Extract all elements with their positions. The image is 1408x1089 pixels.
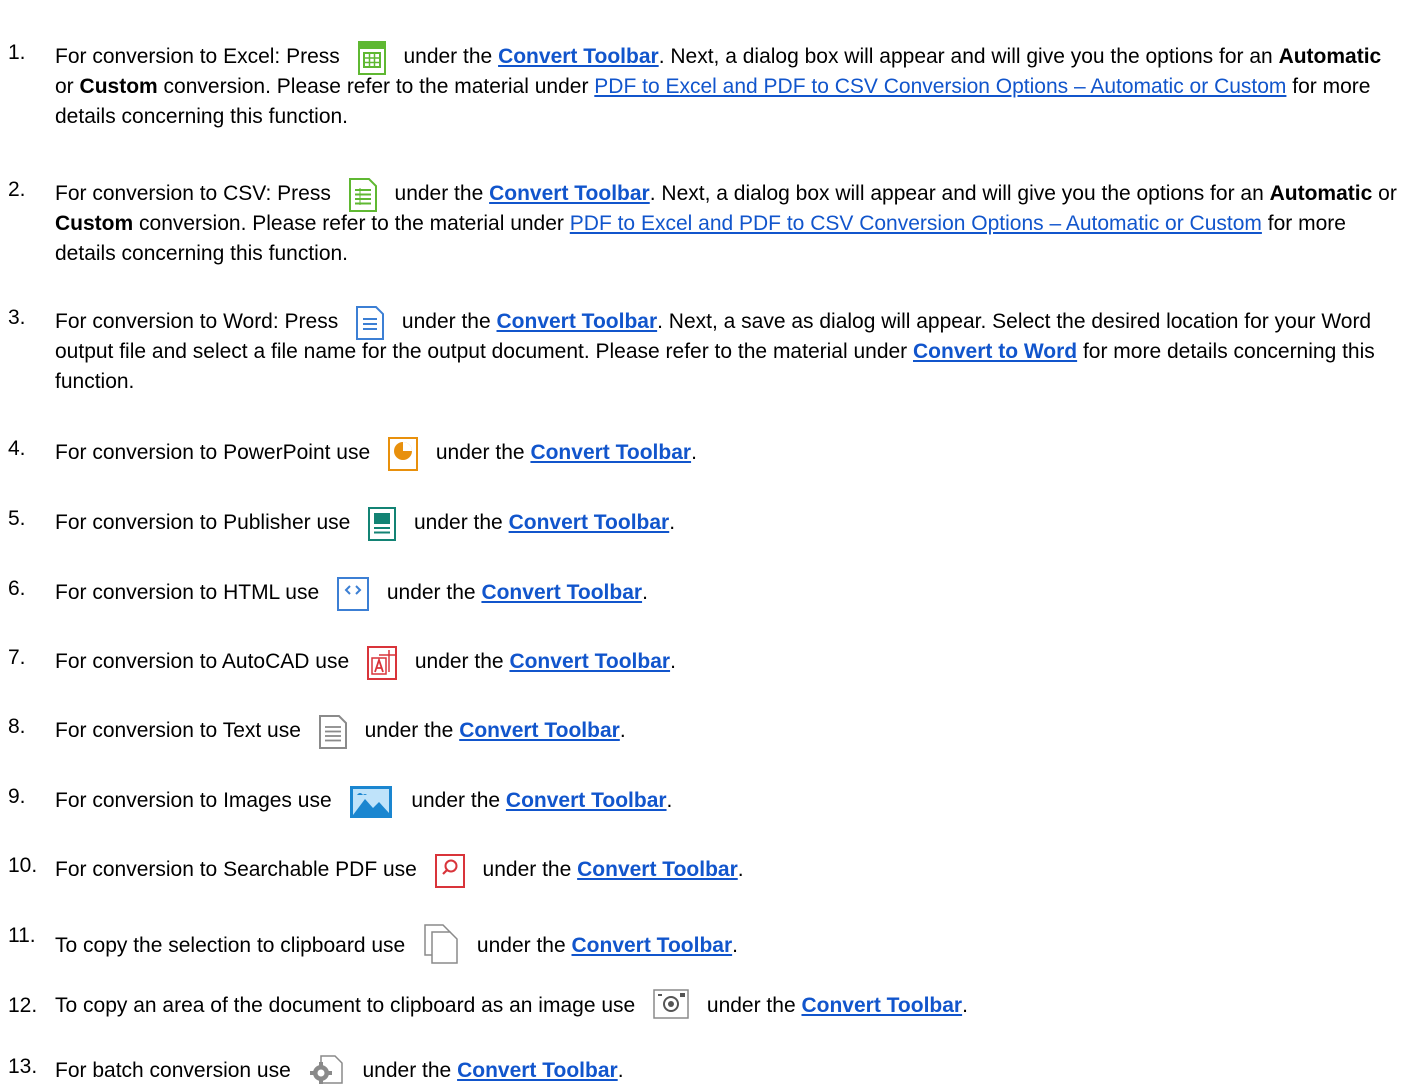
searchable-pdf-icon (434, 854, 465, 888)
list-item-6: 6. For conversion to HTML use under the … (8, 574, 1398, 611)
item-number: 10. (8, 854, 38, 877)
convert-toolbar-link[interactable]: Convert Toolbar (481, 581, 642, 604)
item-number: 2. (8, 178, 26, 201)
item-number: 7. (8, 646, 26, 669)
camera-icon (653, 989, 689, 1019)
convert-toolbar-link[interactable]: Convert Toolbar (509, 650, 670, 673)
item-text: For conversion to CSV: Press (55, 182, 331, 205)
item-text: To copy the selection to clipboard use (55, 934, 406, 957)
item-text: For conversion to Excel: Press (55, 45, 340, 68)
publisher-icon (368, 507, 397, 541)
powerpoint-icon (388, 437, 418, 471)
list-item-4: 4. For conversion to PowerPoint use unde… (8, 434, 1398, 471)
list-item-12: 12. To copy an area of the document to c… (8, 989, 1398, 1021)
item-text: For conversion to Images use (55, 789, 332, 812)
convert-toolbar-link[interactable]: Convert Toolbar (801, 994, 962, 1017)
csv-icon (348, 178, 377, 212)
convert-toolbar-link[interactable]: Convert Toolbar (489, 182, 650, 205)
item-text: To copy an area of the document to clipb… (55, 994, 636, 1017)
convert-toolbar-link[interactable]: Convert Toolbar (506, 789, 667, 812)
list-item-8: 8. For conversion to Text use under the … (8, 712, 1398, 749)
item-number: 1. (8, 41, 26, 64)
item-text: For batch conversion use (55, 1059, 291, 1082)
item-number: 9. (8, 785, 26, 808)
item-number: 11. (8, 924, 36, 947)
item-number: 4. (8, 437, 26, 460)
list-item-10: 10. For conversion to Searchable PDF use… (8, 851, 1398, 888)
list-item-1: 1. For conversion to Excel: Press under … (8, 38, 1398, 132)
convert-to-word-link[interactable]: Convert to Word (913, 340, 1077, 363)
conversion-options-link[interactable]: PDF to Excel and PDF to CSV Conversion O… (594, 75, 1286, 98)
batch-convert-icon (309, 1055, 345, 1089)
item-number: 12. (8, 994, 38, 1017)
copy-icon (423, 924, 459, 964)
list-item-3: 3. For conversion to Word: Press under t… (8, 303, 1398, 397)
item-number: 6. (8, 577, 26, 600)
convert-toolbar-link[interactable]: Convert Toolbar (498, 45, 659, 68)
list-item-7: 7. For conversion to AutoCAD use under t… (8, 643, 1398, 680)
convert-toolbar-link[interactable]: Convert Toolbar (577, 858, 738, 881)
item-text: For conversion to Publisher use (55, 511, 351, 534)
convert-toolbar-link[interactable]: Convert Toolbar (572, 934, 733, 957)
item-number: 3. (8, 306, 26, 329)
list-item-9: 9. For conversion to Images use under th… (8, 782, 1398, 819)
autocad-icon (367, 646, 397, 680)
conversion-options-link[interactable]: PDF to Excel and PDF to CSV Conversion O… (570, 212, 1262, 235)
item-text: For conversion to PowerPoint use (55, 441, 371, 464)
text-icon (318, 715, 347, 749)
list-item-13: 13. For batch conversion use under the C… (8, 1052, 1398, 1086)
convert-toolbar-link[interactable]: Convert Toolbar (457, 1059, 618, 1082)
word-icon (356, 306, 385, 340)
list-item-5: 5. For conversion to Publisher use under… (8, 504, 1398, 541)
html-icon (337, 577, 369, 611)
convert-toolbar-link[interactable]: Convert Toolbar (509, 511, 670, 534)
item-number: 5. (8, 507, 26, 530)
convert-toolbar-link[interactable]: Convert Toolbar (459, 719, 620, 742)
item-number: 13. (8, 1055, 38, 1078)
excel-icon (357, 41, 386, 75)
list-item-2: 2. For conversion to CSV: Press under th… (8, 175, 1398, 269)
item-text: For conversion to Text use (55, 719, 301, 742)
item-text: For conversion to AutoCAD use (55, 650, 350, 673)
convert-toolbar-link[interactable]: Convert Toolbar (497, 310, 658, 333)
list-item-11: 11. To copy the selection to clipboard u… (8, 921, 1398, 964)
item-number: 8. (8, 715, 26, 738)
item-text: For conversion to Searchable PDF use (55, 858, 417, 881)
image-icon (349, 785, 393, 819)
item-text: For conversion to Word: Press (55, 310, 339, 333)
item-text: For conversion to HTML use (55, 581, 320, 604)
convert-toolbar-link[interactable]: Convert Toolbar (530, 441, 691, 464)
